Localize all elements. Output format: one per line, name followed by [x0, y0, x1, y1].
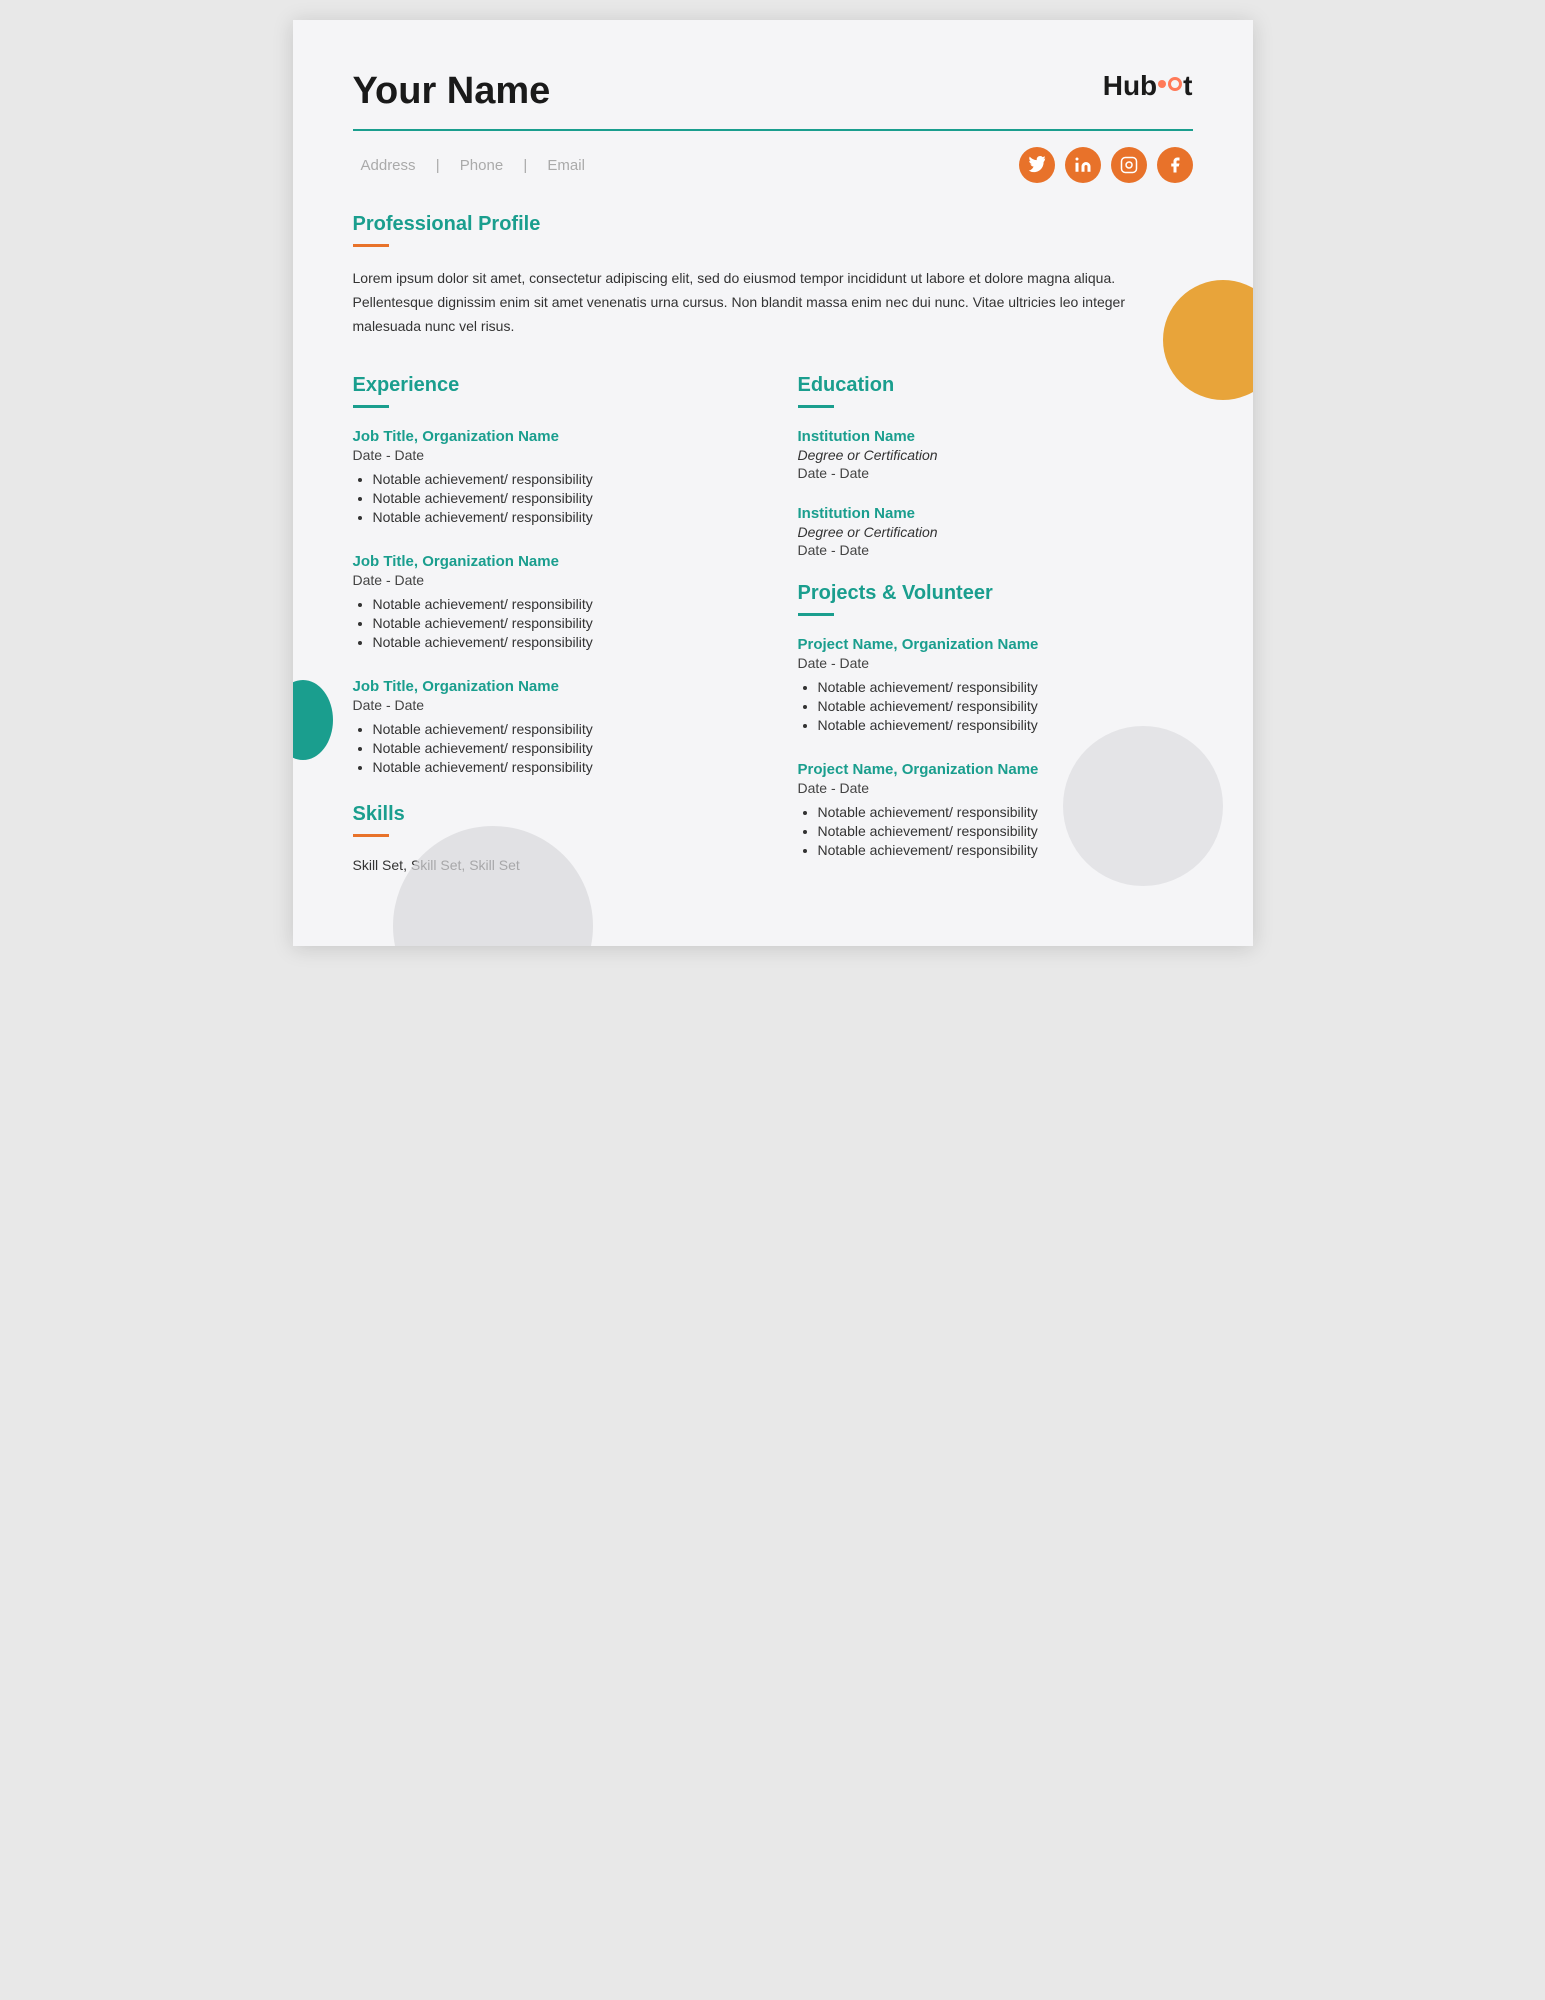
profile-section: Professional Profile Lorem ipsum dolor s… [353, 213, 1193, 338]
experience-item-3: Job Title, Organization Name Date - Date… [353, 678, 748, 775]
achievement-3-1: Notable achievement/ responsibility [373, 721, 748, 737]
job-date-3: Date - Date [353, 697, 748, 713]
proj-achievement-1-1: Notable achievement/ responsibility [818, 679, 1193, 695]
institution-2: Institution Name [798, 505, 1193, 522]
education-underline [798, 405, 834, 408]
achievement-1-2: Notable achievement/ responsibility [373, 490, 748, 506]
experience-section: Experience Job Title, Organization Name … [353, 374, 748, 775]
education-title: Education [798, 374, 1193, 397]
achievement-2-3: Notable achievement/ responsibility [373, 634, 748, 650]
candidate-name: Your Name [353, 70, 551, 113]
job-date-1: Date - Date [353, 447, 748, 463]
experience-item-1: Job Title, Organization Name Date - Date… [353, 428, 748, 525]
achievement-3-2: Notable achievement/ responsibility [373, 740, 748, 756]
profile-underline [353, 244, 389, 247]
achievement-1-1: Notable achievement/ responsibility [373, 471, 748, 487]
achievements-1: Notable achievement/ responsibility Nota… [353, 471, 748, 525]
achievement-1-3: Notable achievement/ responsibility [373, 509, 748, 525]
profile-title: Professional Profile [353, 213, 1193, 236]
degree-1: Degree or Certification [798, 447, 1193, 463]
email: Email [547, 157, 585, 174]
contact-row: Address | Phone | Email [353, 147, 1193, 183]
institution-1: Institution Name [798, 428, 1193, 445]
phone: Phone [460, 157, 503, 174]
degree-2: Degree or Certification [798, 524, 1193, 540]
education-item-1: Institution Name Degree or Certification… [798, 428, 1193, 481]
job-date-2: Date - Date [353, 572, 748, 588]
social-icons [1019, 147, 1193, 183]
deco-circle-gray-right [1063, 726, 1223, 886]
experience-title: Experience [353, 374, 748, 397]
experience-underline [353, 405, 389, 408]
job-title-3: Job Title, Organization Name [353, 678, 748, 695]
contact-text: Address | Phone | Email [353, 157, 593, 174]
profile-body: Lorem ipsum dolor sit amet, consectetur … [353, 267, 1193, 338]
header: Your Name Hubt [353, 70, 1193, 113]
hubspot-dot1 [1158, 80, 1166, 88]
education-section: Education Institution Name Degree or Cer… [798, 374, 1193, 558]
twitter-icon[interactable] [1019, 147, 1055, 183]
project-achievements-1: Notable achievement/ responsibility Nota… [798, 679, 1193, 733]
education-item-2: Institution Name Degree or Certification… [798, 505, 1193, 558]
linkedin-icon[interactable] [1065, 147, 1101, 183]
proj-achievement-1-2: Notable achievement/ responsibility [818, 698, 1193, 714]
hubspot-dot2 [1168, 77, 1182, 91]
achievement-3-3: Notable achievement/ responsibility [373, 759, 748, 775]
projects-title: Projects & Volunteer [798, 582, 1193, 605]
job-title-1: Job Title, Organization Name [353, 428, 748, 445]
achievements-2: Notable achievement/ responsibility Nota… [353, 596, 748, 650]
resume-document: Your Name Hubt Address | Phone | Email [293, 20, 1253, 946]
separator1: | [436, 157, 440, 174]
separator2: | [523, 157, 527, 174]
achievement-2-2: Notable achievement/ responsibility [373, 615, 748, 631]
facebook-icon[interactable] [1157, 147, 1193, 183]
projects-underline [798, 613, 834, 616]
achievements-3: Notable achievement/ responsibility Nota… [353, 721, 748, 775]
deco-circle-teal [293, 680, 333, 760]
edu-date-1: Date - Date [798, 465, 1193, 481]
address: Address [361, 157, 416, 174]
project-title-1: Project Name, Organization Name [798, 636, 1193, 653]
achievement-2-1: Notable achievement/ responsibility [373, 596, 748, 612]
instagram-icon[interactable] [1111, 147, 1147, 183]
skills-underline [353, 834, 389, 837]
project-item-1: Project Name, Organization Name Date - D… [798, 636, 1193, 733]
left-column: Experience Job Title, Organization Name … [353, 374, 748, 886]
project-date-1: Date - Date [798, 655, 1193, 671]
header-divider [353, 129, 1193, 131]
edu-date-2: Date - Date [798, 542, 1193, 558]
job-title-2: Job Title, Organization Name [353, 553, 748, 570]
skills-title: Skills [353, 803, 748, 826]
experience-item-2: Job Title, Organization Name Date - Date… [353, 553, 748, 650]
hubspot-logo: Hubt [1103, 70, 1193, 102]
